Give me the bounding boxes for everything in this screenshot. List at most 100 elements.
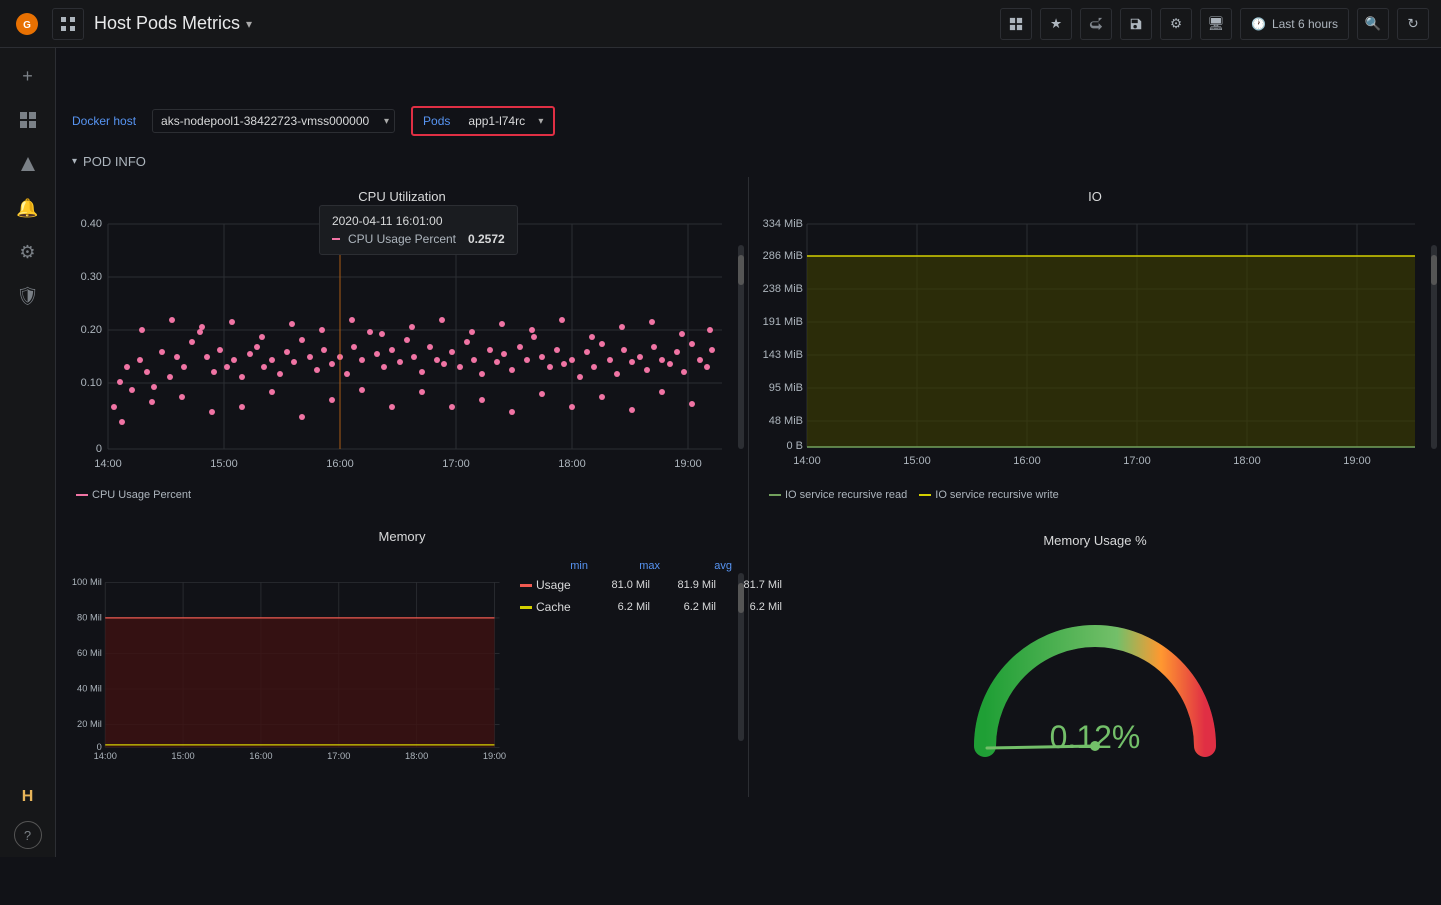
- sidebar-item-help[interactable]: ?: [14, 821, 42, 849]
- cpu-chart-panel: CPU Utilization 2020-04-11 16:01:00 CPU …: [56, 177, 748, 517]
- svg-text:14:00: 14:00: [793, 455, 821, 467]
- io-read-legend-dot: [769, 494, 781, 496]
- svg-text:16:00: 16:00: [249, 751, 272, 761]
- memory-chart-content: 100 Mil 80 Mil 60 Mil 40 Mil 20 Mil 0: [68, 552, 736, 785]
- usage-label: Usage: [536, 578, 584, 592]
- gauge-container: 0.12%: [965, 576, 1225, 766]
- pods-filter-group: Pods app1-l74rc: [411, 106, 555, 136]
- svg-text:0.10: 0.10: [81, 377, 102, 389]
- section-title: POD INFO: [83, 154, 146, 169]
- topbar: G Host Pods Metrics ▾ ★ ⚙ 🖥 🕐 Last 6 hou…: [0, 0, 1441, 48]
- svg-text:17:00: 17:00: [1123, 455, 1151, 467]
- filters-bar: Docker host aks-nodepool1-38422723-vmss0…: [56, 96, 1441, 146]
- stats-avg-header: avg: [664, 560, 732, 572]
- svg-text:48 MiB: 48 MiB: [769, 415, 803, 427]
- bottom-charts-row: Memory 100 Mil 80 Mil 60 Mil 40 Mil 20 M…: [56, 517, 1441, 797]
- apps-menu-button[interactable]: [52, 8, 84, 40]
- svg-text:15:00: 15:00: [210, 458, 238, 470]
- dashboard-settings-icon[interactable]: [1000, 8, 1032, 40]
- grafana-logo: G: [12, 9, 42, 39]
- sidebar-item-dashboard[interactable]: [8, 100, 48, 140]
- star-button[interactable]: ★: [1040, 8, 1072, 40]
- io-write-legend-dot: [919, 494, 931, 496]
- usage-max: 81.9 Mil: [654, 579, 716, 591]
- sidebar-item-user[interactable]: H: [8, 777, 48, 817]
- pods-select[interactable]: app1-l74rc: [460, 110, 549, 132]
- io-write-legend-item: IO service recursive write: [919, 489, 1058, 501]
- svg-text:143 MiB: 143 MiB: [763, 349, 803, 361]
- svg-text:100 Mil: 100 Mil: [72, 577, 102, 587]
- svg-text:95 MiB: 95 MiB: [769, 382, 803, 394]
- top-charts-row: CPU Utilization 2020-04-11 16:01:00 CPU …: [56, 177, 1441, 517]
- svg-text:18:00: 18:00: [405, 751, 428, 761]
- page-title: Host Pods Metrics ▾: [94, 13, 252, 34]
- svg-text:G: G: [23, 20, 31, 31]
- docker-host-select[interactable]: aks-nodepool1-38422723-vmss000000: [152, 109, 395, 133]
- memory-chart-svg: 100 Mil 80 Mil 60 Mil 40 Mil 20 Mil 0: [68, 552, 508, 782]
- io-chart-area: 334 MiB 286 MiB 238 MiB 191 MiB 143 MiB …: [761, 212, 1429, 485]
- gauge-value: 0.12%: [1050, 719, 1141, 756]
- svg-text:17:00: 17:00: [442, 458, 470, 470]
- pods-label[interactable]: Pods: [417, 110, 456, 132]
- docker-host-label: Docker host: [72, 114, 136, 128]
- svg-text:0.30: 0.30: [81, 271, 102, 283]
- svg-text:0.40: 0.40: [81, 218, 102, 230]
- title-text: Host Pods Metrics: [94, 13, 240, 34]
- pods-select-wrapper: app1-l74rc: [460, 110, 549, 132]
- title-chevron: ▾: [246, 17, 252, 31]
- sidebar-item-settings[interactable]: ⚙: [8, 232, 48, 272]
- memory-scroll-indicator[interactable]: [738, 573, 744, 741]
- cache-max: 6.2 Mil: [654, 601, 716, 613]
- io-scroll-indicator[interactable]: [1431, 245, 1437, 449]
- svg-text:20 Mil: 20 Mil: [77, 719, 102, 729]
- svg-text:19:00: 19:00: [1343, 455, 1371, 467]
- svg-text:40 Mil: 40 Mil: [77, 684, 102, 694]
- save-button[interactable]: [1120, 8, 1152, 40]
- memory-usage-panel: Memory Usage %: [749, 517, 1441, 797]
- memory-chart-area: 100 Mil 80 Mil 60 Mil 40 Mil 20 Mil 0: [68, 552, 508, 785]
- io-write-legend-label: IO service recursive write: [935, 489, 1058, 501]
- cpu-chart-svg: 0.40 0.30 0.20 0.10 0: [68, 212, 736, 482]
- svg-text:19:00: 19:00: [483, 751, 506, 761]
- sidebar-item-explore[interactable]: [8, 144, 48, 184]
- sidebar-item-alerting[interactable]: 🔔: [8, 188, 48, 228]
- svg-text:16:00: 16:00: [1013, 455, 1041, 467]
- usage-min: 81.0 Mil: [588, 579, 650, 591]
- svg-text:16:00: 16:00: [326, 458, 354, 470]
- gear-icon[interactable]: ⚙: [1160, 8, 1192, 40]
- sidebar-item-shield[interactable]: 🛡: [8, 276, 48, 316]
- section-chevron-icon: ▾: [72, 156, 77, 167]
- cpu-legend-label: CPU Usage Percent: [92, 489, 191, 501]
- cpu-chart-title: CPU Utilization: [68, 189, 736, 204]
- svg-text:14:00: 14:00: [94, 458, 122, 470]
- io-chart-svg: 334 MiB 286 MiB 238 MiB 191 MiB 143 MiB …: [761, 212, 1429, 482]
- io-read-legend-label: IO service recursive read: [785, 489, 907, 501]
- svg-text:334 MiB: 334 MiB: [763, 218, 803, 230]
- svg-text:17:00: 17:00: [327, 751, 350, 761]
- topbar-left: G Host Pods Metrics ▾: [12, 8, 252, 40]
- memory-chart-panel: Memory 100 Mil 80 Mil 60 Mil 40 Mil 20 M…: [56, 517, 748, 797]
- cache-avg: 6.2 Mil: [720, 601, 782, 613]
- search-button[interactable]: 🔍: [1357, 8, 1389, 40]
- svg-text:18:00: 18:00: [1233, 455, 1261, 467]
- refresh-button[interactable]: ↻: [1397, 8, 1429, 40]
- cpu-legend: CPU Usage Percent: [68, 485, 736, 505]
- svg-text:19:00: 19:00: [674, 458, 702, 470]
- share-button[interactable]: [1080, 8, 1112, 40]
- monitor-icon[interactable]: 🖥: [1200, 8, 1232, 40]
- svg-text:14:00: 14:00: [94, 751, 117, 761]
- sidebar-item-add[interactable]: +: [8, 56, 48, 96]
- usage-avg: 81.7 Mil: [720, 579, 782, 591]
- pod-info-header[interactable]: ▾ POD INFO: [56, 146, 1441, 177]
- stats-max-header: max: [592, 560, 660, 572]
- svg-text:191 MiB: 191 MiB: [763, 316, 803, 328]
- time-range-button[interactable]: 🕐 Last 6 hours: [1240, 8, 1349, 40]
- docker-host-select-wrapper: aks-nodepool1-38422723-vmss000000: [152, 109, 395, 133]
- time-label: Last 6 hours: [1272, 17, 1338, 31]
- stats-min-header: min: [520, 560, 588, 572]
- svg-text:0.20: 0.20: [81, 324, 102, 336]
- cpu-scroll-indicator[interactable]: [738, 245, 744, 449]
- cache-stat-row: Cache 6.2 Mil 6.2 Mil 6.2 Mil: [520, 600, 732, 614]
- svg-text:15:00: 15:00: [171, 751, 194, 761]
- svg-text:286 MiB: 286 MiB: [763, 250, 803, 262]
